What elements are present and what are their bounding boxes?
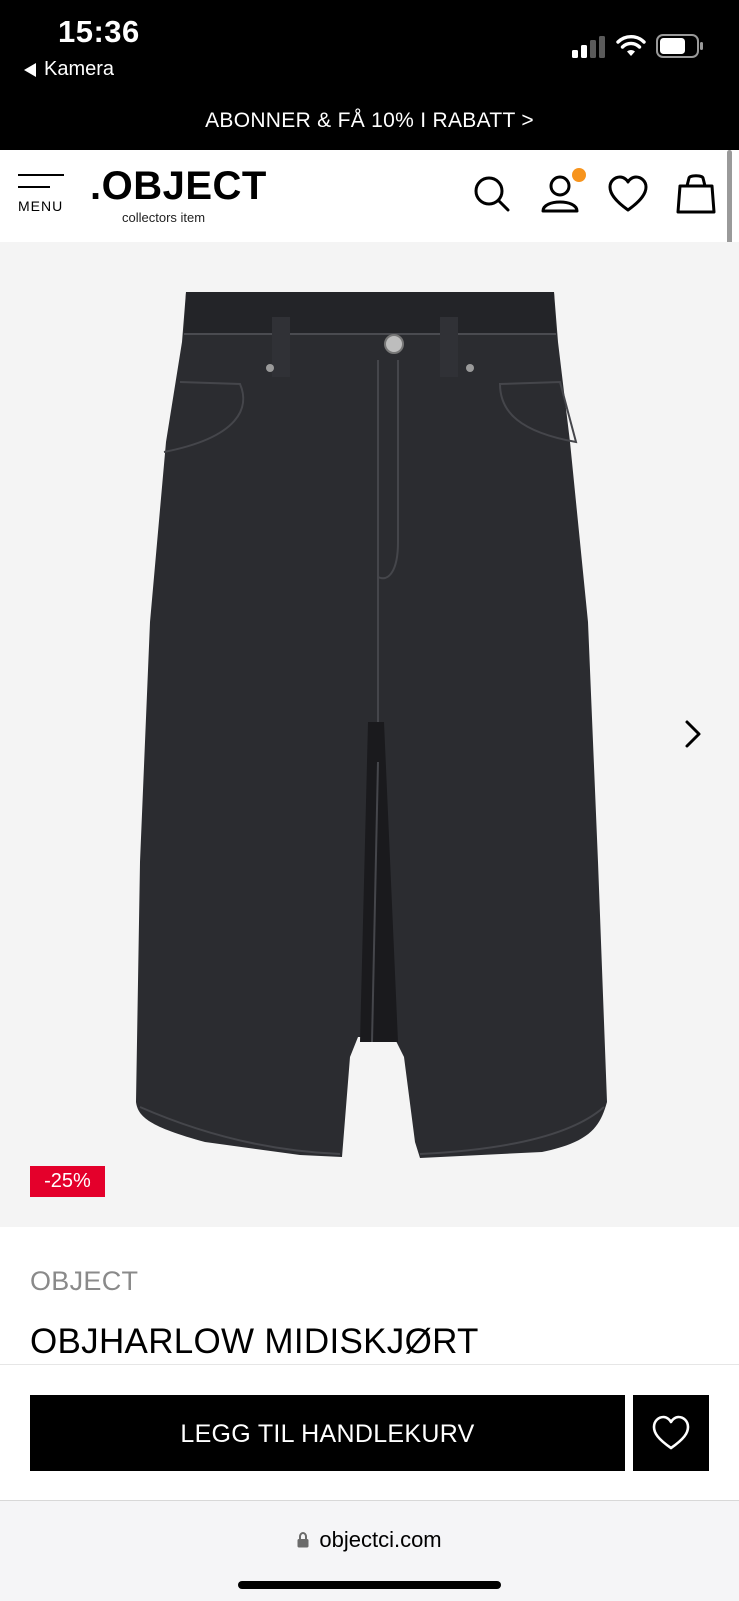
add-to-wishlist-button[interactable] [633,1395,709,1471]
wishlist-icon[interactable] [606,172,650,216]
menu-line-icon [18,186,50,188]
discount-badge: -25% [30,1166,105,1197]
url-text: objectci.com [319,1527,442,1552]
wifi-icon [616,35,646,56]
battery-icon [656,34,703,58]
back-to-app-link[interactable]: Kamera [24,58,114,81]
signal-icon [572,36,605,58]
gallery-next-arrow-icon[interactable] [682,718,706,750]
logo-tagline: collectors item [122,210,206,225]
account-notification-dot [572,168,586,182]
product-image-gallery[interactable]: -25% [0,242,739,1227]
site-logo-link[interactable]: .OBJECT collectors item [90,164,266,225]
home-indicator[interactable] [238,1581,501,1589]
browser-url-bar[interactable]: objectci.com [0,1500,739,1601]
shopping-bag-icon[interactable] [674,172,718,216]
back-app-label: Kamera [44,58,115,80]
add-to-cart-button[interactable]: LEGG TIL HANDLEKURV [30,1395,625,1471]
menu-label: MENU [18,198,64,214]
lock-icon [297,1532,309,1548]
back-triangle-icon [24,62,36,77]
product-brand: OBJECT [30,1266,139,1296]
status-bar: 15:36 Kamera [0,0,739,96]
product-title: OBJHARLOW MIDISKJØRT [30,1322,479,1361]
sticky-action-bar: LEGG TIL HANDLEKURV [0,1364,739,1501]
site-header: MENU .OBJECT collectors item [0,150,739,242]
heart-icon [652,1415,690,1450]
search-icon[interactable] [470,172,514,216]
promo-banner-link[interactable]: ABONNER & FÅ 10% I RABATT > [0,96,739,150]
menu-button[interactable]: MENU [18,174,68,220]
menu-line-icon [18,174,64,176]
logo-wordmark: .OBJECT [90,164,267,208]
url-display[interactable]: objectci.com [0,1527,739,1553]
status-time: 15:36 [58,14,140,49]
product-image-skirt [136,292,607,1158]
